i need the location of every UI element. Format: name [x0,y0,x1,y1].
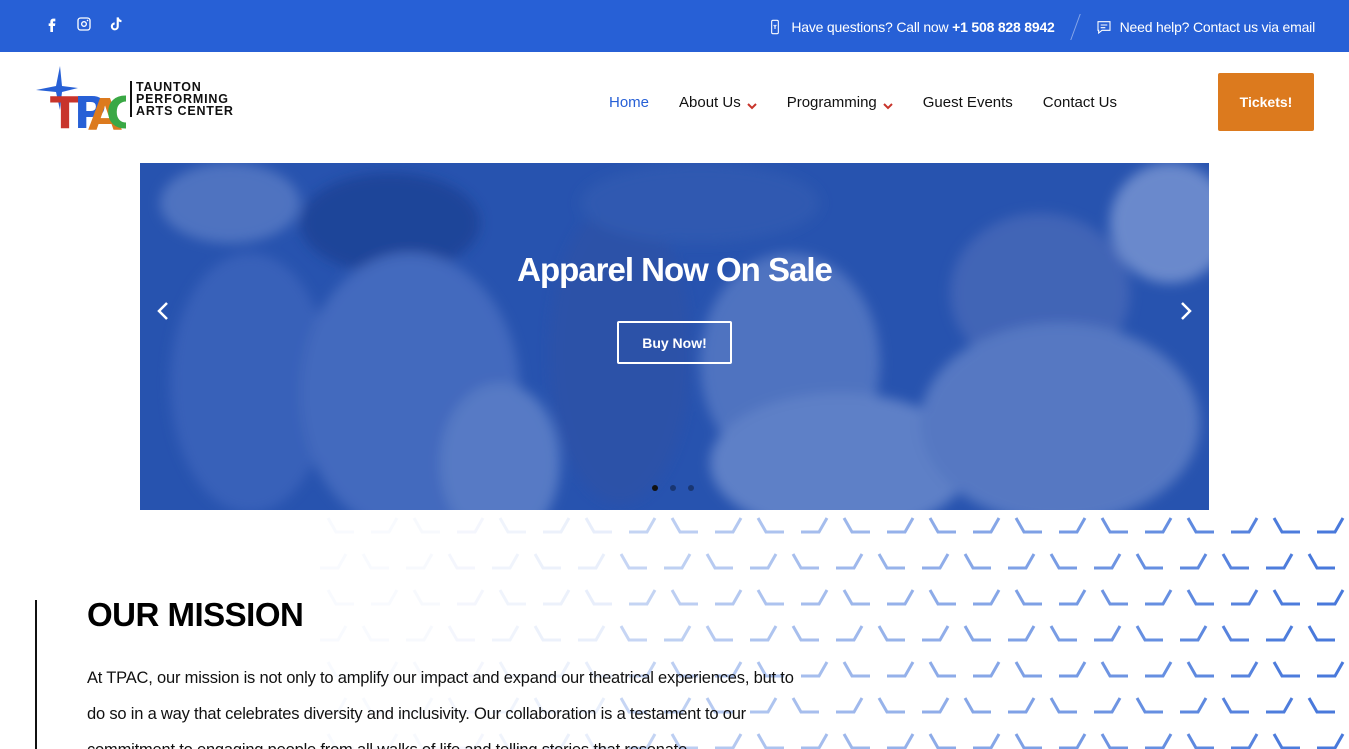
chevron-left-icon [157,302,168,320]
nav-home[interactable]: Home [609,94,649,111]
hero-slider: Apparel Now On Sale Buy Now! [140,163,1209,510]
buy-now-button[interactable]: Buy Now! [617,321,732,364]
svg-text:C: C [106,88,126,132]
call-text: Have questions? Call now +1 508 828 8942 [791,19,1055,35]
mission-title: OUR MISSION [87,596,304,633]
hero-title: Apparel Now On Sale [517,251,833,288]
prev-slide-arrow[interactable] [151,299,175,323]
nav-about-us[interactable]: About Us [679,94,757,111]
help-text: Need help? Contact us via email [1119,19,1316,35]
facebook-icon[interactable] [42,14,62,34]
nav-contact-us[interactable]: Contact Us [1043,94,1117,111]
phone-number: +1 508 828 8942 [952,19,1055,35]
tickets-button[interactable]: Tickets! [1218,73,1314,131]
chevron-right-icon [1181,302,1192,320]
site-header: T P A C TAUNTON PERFORMING ARTS CENTER H… [0,52,1349,160]
logo-wordmark: TAUNTON PERFORMING ARTS CENTER [130,81,234,117]
chat-icon [1097,21,1111,35]
nav-programming[interactable]: Programming [787,94,893,111]
mission-accent-line [35,600,37,749]
mission-text: At TPAC, our mission is not only to ampl… [87,669,794,749]
top-bar: Have questions? Call now +1 508 828 8942… [0,0,1349,52]
social-links [42,14,126,34]
chevron-down-icon [747,98,757,109]
phone-icon [771,19,780,35]
call-link[interactable]: Have questions? Call now +1 508 828 8942 [767,19,1055,35]
slider-dot[interactable] [652,485,658,491]
email-help-link[interactable]: Need help? Contact us via email [1096,19,1315,35]
slider-dot[interactable] [688,485,694,491]
tpac-logo[interactable]: T P A C TAUNTON PERFORMING ARTS CENTER [34,66,234,141]
slider-dot[interactable] [670,485,676,491]
main-nav: Home About Us Programming Guest Events C… [609,94,1117,111]
slider-dots [652,485,694,491]
chevron-down-icon [883,98,893,109]
tiktok-icon[interactable] [106,14,126,34]
instagram-icon[interactable] [74,14,94,34]
logo-mark: T P A C [34,66,138,141]
nav-guest-events[interactable]: Guest Events [923,94,1013,111]
next-slide-arrow[interactable] [1174,299,1198,323]
contact-strip: Have questions? Call now +1 508 828 8942… [767,14,1315,40]
top-divider [1069,14,1081,40]
